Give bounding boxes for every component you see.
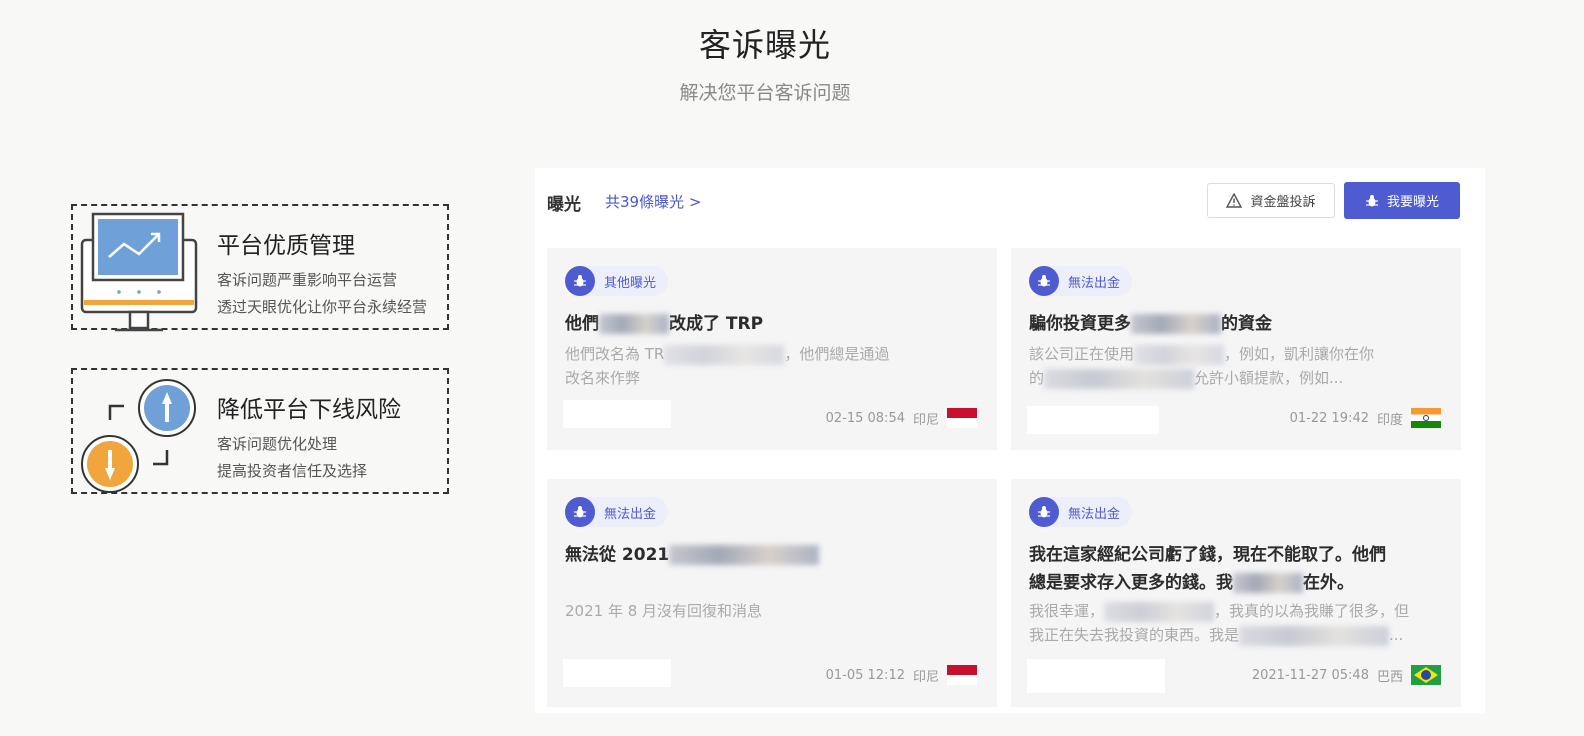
bug-icon bbox=[1365, 194, 1378, 206]
feature-line: 透过天眼优化让你平台永续经营 bbox=[217, 298, 428, 316]
brazil-flag-icon bbox=[1411, 665, 1441, 685]
bug-icon bbox=[565, 266, 595, 296]
up-down-arrows-icon bbox=[81, 379, 196, 493]
card-meta: 2021-11-27 05:48 巴西 bbox=[1252, 665, 1441, 685]
redacted-text bbox=[1044, 368, 1195, 389]
card-country: 印尼 bbox=[912, 412, 939, 428]
card-title: 騙你投資更多 的資金 bbox=[1029, 314, 1272, 334]
feature-line: 客诉问题严重影响平台运营 bbox=[217, 271, 398, 289]
card-description: 2021 年 8 月沒有回復和消息 bbox=[565, 602, 763, 620]
bug-icon bbox=[1029, 266, 1059, 296]
monitor-chart-icon bbox=[80, 212, 198, 332]
card-meta: 01-22 19:42 印度 bbox=[1290, 408, 1441, 428]
redacted-text bbox=[1239, 625, 1390, 646]
author-placeholder bbox=[1027, 406, 1159, 434]
redacted-text bbox=[669, 545, 820, 565]
category-tag: 無法出金 bbox=[1029, 497, 1133, 527]
card-time: 2021-11-27 05:48 bbox=[1251, 667, 1369, 683]
card-title: 我在這家經紀公司虧了錢，現在不能取了。他們 總是要求存入更多的錢。我 在外。 bbox=[1029, 545, 1386, 593]
expose-button-label: 我要曝光 bbox=[1386, 195, 1439, 210]
redacted-text bbox=[664, 344, 785, 365]
page-title: 客诉曝光 bbox=[698, 26, 831, 64]
card-country: 巴西 bbox=[1376, 669, 1403, 685]
category-label: 無法出金 bbox=[1068, 506, 1121, 522]
category-label: 無法出金 bbox=[1068, 275, 1121, 291]
card-description: 我很幸運， ，我真的以為我賺了很多，但 我正在失去我投資的東西。我是... bbox=[1029, 601, 1410, 646]
author-placeholder bbox=[563, 400, 671, 428]
complain-button[interactable]: 資金盤投訴 bbox=[1207, 183, 1335, 218]
page-subtitle: 解决您平台客诉问题 bbox=[679, 82, 851, 104]
exposure-card[interactable]: 其他曝光 他們 改成了 TRP 他們改名為 TR ，他們總是通過 改名來作弊 02-… bbox=[547, 248, 997, 450]
complain-button-label: 資金盤投訴 bbox=[1250, 195, 1316, 210]
feature-title: 降低平台下线风险 bbox=[217, 397, 401, 423]
card-time: 01-05 12:12 bbox=[825, 667, 905, 683]
author-placeholder bbox=[563, 659, 671, 687]
warning-icon bbox=[1226, 193, 1243, 208]
card-country: 印度 bbox=[1376, 412, 1403, 428]
card-description: 他們改名為 TR ，他們總是通過 改名來作弊 bbox=[565, 344, 890, 387]
card-meta: 01-05 12:12 印尼 bbox=[826, 665, 977, 685]
exposure-count-link[interactable]: 共39條曝光 > bbox=[605, 191, 701, 212]
bug-icon bbox=[1029, 497, 1059, 527]
indonesia-flag-icon bbox=[947, 408, 977, 428]
card-title: 他們 改成了 TRP bbox=[565, 314, 764, 334]
redacted-text bbox=[1233, 573, 1303, 593]
card-title: 無法從 2021 bbox=[565, 541, 985, 569]
card-country: 印尼 bbox=[912, 669, 939, 685]
exposure-panel: 曝光 共39條曝光 > 資金盤投訴 我要曝光 其他曝光 他們 改成了 TRP 他… bbox=[535, 168, 1485, 713]
exposure-card[interactable]: 無法出金 騙你投資更多 的資金 該公司正在使用 ，例如，凱利讓你在你 的允許小額提款… bbox=[1011, 248, 1461, 450]
panel-label: 曝光 bbox=[547, 195, 581, 215]
india-flag-icon bbox=[1411, 408, 1441, 428]
expose-button[interactable]: 我要曝光 bbox=[1344, 182, 1460, 219]
exposure-card[interactable]: 無法出金 無法從 2021 2021 年 8 月沒有回復和消息 01-05 12… bbox=[547, 479, 997, 707]
redacted-text bbox=[1131, 314, 1221, 334]
feature-quality-management: 平台优质管理 客诉问题严重影响平台运营 透过天眼优化让你平台永续经营 bbox=[71, 204, 449, 332]
category-tag: 無法出金 bbox=[565, 497, 669, 527]
redacted-text bbox=[1104, 601, 1215, 622]
category-tag: 其他曝光 bbox=[565, 266, 669, 296]
exposure-card[interactable]: 無法出金 我在這家經紀公司虧了錢，現在不能取了。他們 總是要求存入更多的錢。我在… bbox=[1011, 479, 1461, 707]
card-time: 02-15 08:54 bbox=[825, 410, 905, 426]
category-label: 其他曝光 bbox=[604, 275, 657, 291]
feature-title: 平台优质管理 bbox=[217, 233, 355, 259]
bug-icon bbox=[565, 497, 595, 527]
redacted-text bbox=[599, 314, 669, 334]
card-time: 01-22 19:42 bbox=[1289, 410, 1369, 426]
category-tag: 無法出金 bbox=[1029, 266, 1133, 296]
feature-risk-reduction: 降低平台下线风险 客诉问题优化处理 提高投资者信任及选择 bbox=[71, 368, 449, 494]
card-description: 該公司正在使用 ，例如，凱利讓你在你 的允許小額提款，例如... bbox=[1029, 344, 1375, 389]
redacted-text bbox=[1134, 344, 1225, 365]
feature-line: 提高投资者信任及选择 bbox=[217, 462, 368, 480]
author-placeholder bbox=[1027, 659, 1165, 693]
indonesia-flag-icon bbox=[947, 665, 977, 685]
card-meta: 02-15 08:54 印尼 bbox=[826, 408, 977, 428]
category-label: 無法出金 bbox=[604, 506, 657, 522]
feature-line: 客诉问题优化处理 bbox=[217, 435, 338, 453]
